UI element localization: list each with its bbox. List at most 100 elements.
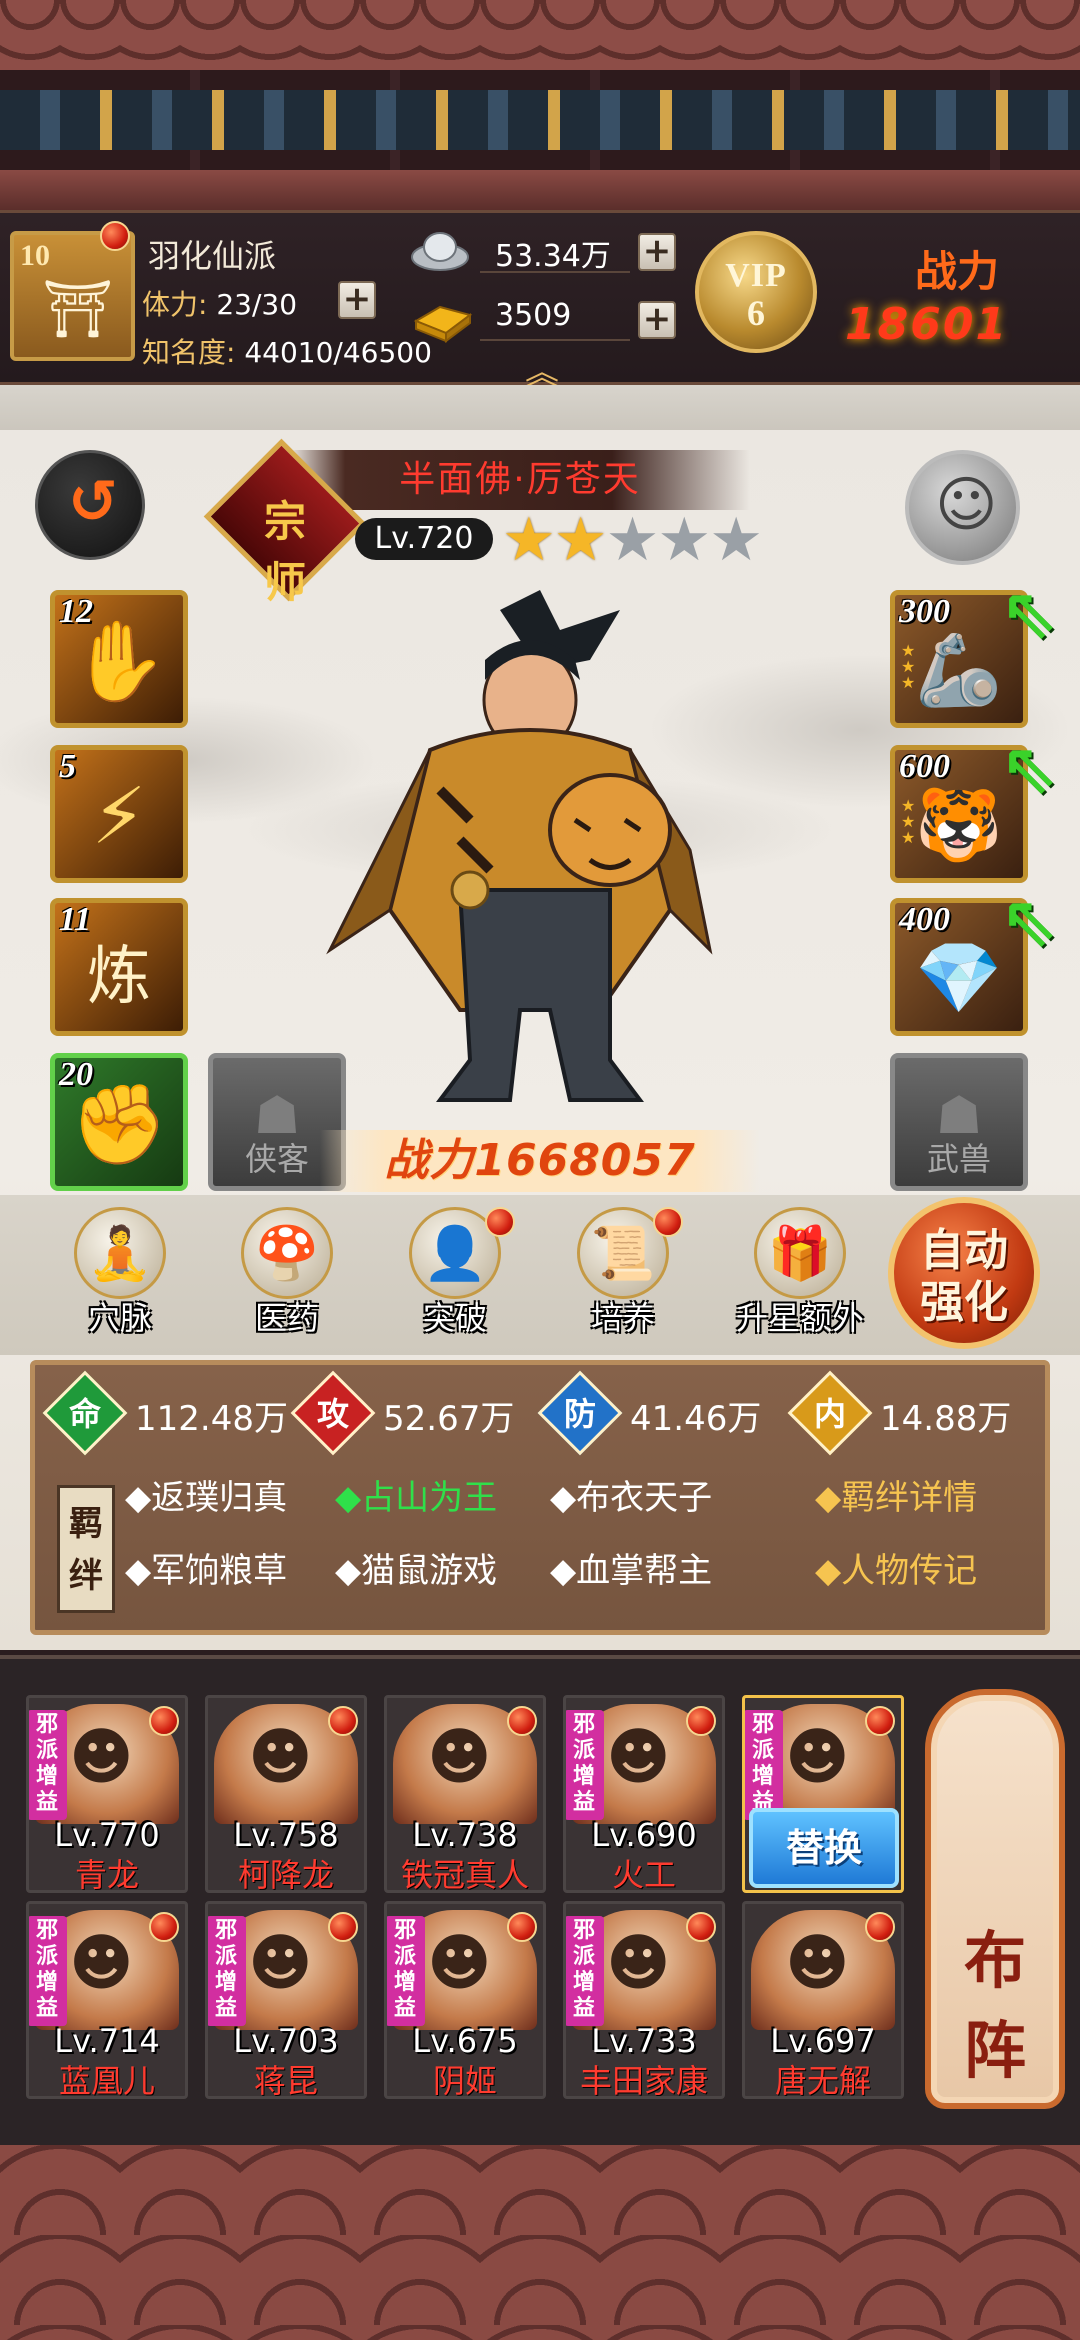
team-member-card[interactable]: ☻ Lv.758 柯降龙 (205, 1695, 367, 1893)
biography-link[interactable]: ◆人物传记 (815, 1543, 977, 1592)
skill-count: 12 (59, 593, 93, 630)
notification-dot-icon (507, 1912, 537, 1942)
team-member-card-selected[interactable]: ☻ 邪派增益 替换 (742, 1695, 904, 1893)
stat-value: 41.46万 (630, 1399, 762, 1439)
member-name: 柯降龙 (237, 1856, 334, 1893)
stat-label: 防 (563, 1395, 596, 1433)
hero-avatar-button[interactable]: ☺ (905, 450, 1020, 565)
notification-dot-icon (865, 1912, 895, 1942)
star-up-extra-button[interactable]: 🎁 升星额外 (730, 1207, 870, 1347)
beast-slot[interactable]: ☗ 武兽 (890, 1053, 1028, 1191)
team-member-card[interactable]: ☻ Lv.697 唐无解 (742, 1901, 904, 2099)
deploy-label-2: 阵 (963, 2014, 1026, 2087)
team-member-card[interactable]: ☻ 邪派增益 Lv.770 青龙 (26, 1695, 188, 1893)
team-member-card[interactable]: ☻ 邪派增益 Lv.733 丰田家康 (563, 1901, 725, 2099)
player-header: 10 ⛩ 羽化仙派 体力: 23/30 + 知名度: 44010/46500 5… (0, 210, 1080, 393)
fame-value: 44010/46500 (244, 336, 432, 369)
stamina: 体力: 23/30 (142, 283, 297, 323)
hero-face-icon: ☻ (606, 1926, 671, 1999)
vip-badge[interactable]: VIP 6 (695, 231, 817, 353)
bond-item[interactable]: ◆布衣天子 (550, 1470, 712, 1519)
skill-count: 20 (59, 1056, 93, 1093)
stamina-label: 体力: (142, 288, 208, 321)
hero-name-banner: 半面佛·厉苍天 (290, 450, 750, 510)
stat-label: 命 (68, 1395, 101, 1433)
equipment-count: 300 (899, 593, 950, 630)
member-name: 铁冠真人 (400, 1856, 529, 1893)
team-member-card[interactable]: ☻ 邪派增益 Lv.675 阴姬 (384, 1901, 546, 2099)
notification-dot-icon (686, 1706, 716, 1736)
skill-count: 5 (59, 748, 76, 785)
star-filled-icon: ★ (502, 505, 556, 575)
notification-dot-icon (653, 1207, 683, 1237)
breakthrough-button[interactable]: 👤 突破 (390, 1207, 520, 1347)
stat-label: 攻 (316, 1395, 349, 1433)
bond-item[interactable]: ◆返璞归真 (125, 1470, 287, 1519)
member-name: 青龙 (74, 1856, 139, 1893)
team-member-card[interactable]: ☻ Lv.738 铁冠真人 (384, 1695, 546, 1893)
hero-stars: ★★★★★ (502, 505, 763, 575)
notification-dot-icon (865, 1706, 895, 1736)
add-gold-button[interactable]: + (638, 301, 676, 339)
cultivate-button[interactable]: 📜 培养 (558, 1207, 688, 1347)
fame-label: 知名度: (142, 336, 236, 369)
skill-slot-palm[interactable]: ✋ 12 (50, 590, 188, 728)
monk-avatar-icon: ☺ (935, 470, 998, 540)
member-name: 丰田家康 (579, 2062, 708, 2099)
roof-decoration (0, 0, 1080, 210)
member-level: Lv.703 (233, 2022, 339, 2060)
star-empty-icon: ★ (605, 505, 660, 575)
skill-count: 11 (59, 901, 92, 938)
roof-rail (0, 170, 1080, 210)
replace-button[interactable]: 替换 (749, 1808, 899, 1888)
star-empty-icon: ★ (709, 505, 763, 575)
bond-item[interactable]: ◆猫鼠游戏 (335, 1543, 497, 1592)
power-value: 18601 (845, 299, 1009, 350)
evil-faction-bonus-tag: 邪派增益 (387, 1916, 425, 2026)
add-silver-button[interactable]: + (638, 233, 676, 271)
temple-icon: ⛩ (42, 277, 114, 342)
team-roster: ☻ 邪派增益 Lv.770 青龙 ☻ Lv.758 柯降龙 ☻ Lv.738 铁… (0, 1655, 1080, 2145)
meridian-icon: 🧘 (74, 1207, 166, 1299)
member-level: Lv.714 (54, 2022, 160, 2060)
silver-ingot-icon (411, 232, 469, 271)
action-label: 医药 (254, 1299, 319, 1337)
auto-enhance-button[interactable]: 自动 强化 (888, 1197, 1040, 1349)
skill-slot-claw[interactable]: ⚡ 5 (50, 745, 188, 883)
gold-bar (480, 301, 630, 341)
total-power: 战力 18601 (845, 238, 1075, 368)
bond-detail-link[interactable]: ◆羁绊详情 (815, 1470, 977, 1519)
bond-item[interactable]: ◆血掌帮主 (550, 1543, 712, 1592)
back-button[interactable]: ↺ (35, 450, 145, 560)
skill-slot-fist-medal[interactable]: ✊ 20 (50, 1053, 188, 1191)
notification-dot-icon (328, 1912, 358, 1942)
member-name: 蒋昆 (253, 2062, 318, 2099)
guild-level: 10 (20, 239, 50, 272)
add-stamina-button[interactable]: + (338, 281, 376, 319)
hero-face-icon: ☻ (785, 1926, 850, 1999)
notification-dot-icon (328, 1706, 358, 1736)
hero-face-icon: ☻ (427, 1926, 492, 1999)
hero-face-icon: ☻ (248, 1720, 313, 1793)
hero-face-icon: ☻ (69, 1926, 134, 1999)
notification-dot-icon (100, 221, 130, 251)
skill-slot-refine[interactable]: 炼 11 (50, 898, 188, 1036)
meridian-button[interactable]: 🧘 穴脉 (55, 1207, 185, 1347)
team-member-card[interactable]: ☻ 邪派增益 Lv.714 蓝凰儿 (26, 1901, 188, 2099)
upgrade-arrow-icon: ⇖ (1000, 727, 1059, 809)
action-label: 升星额外 (735, 1299, 864, 1337)
hero-name: 半面佛·厉苍天 (399, 459, 641, 500)
deploy-formation-button[interactable]: 布 阵 (925, 1689, 1065, 2109)
team-member-card[interactable]: ☻ 邪派增益 Lv.690 火工 (563, 1695, 725, 1893)
bond-item[interactable]: ◆军饷粮草 (125, 1543, 287, 1592)
medicine-button[interactable]: 🍄 医药 (222, 1207, 352, 1347)
gold-ingot-icon (413, 305, 473, 343)
silver-bar (480, 233, 630, 273)
deploy-label-1: 布 (963, 1924, 1026, 1997)
star-up-icon: 🎁 (754, 1207, 846, 1299)
bond-item-active[interactable]: ◆占山为王 (335, 1470, 497, 1519)
team-member-card[interactable]: ☻ 邪派增益 Lv.703 蒋昆 (205, 1901, 367, 2099)
member-level: Lv.690 (591, 1816, 697, 1854)
hero-level: Lv.720 (355, 518, 493, 560)
action-label: 突破 (422, 1299, 487, 1337)
